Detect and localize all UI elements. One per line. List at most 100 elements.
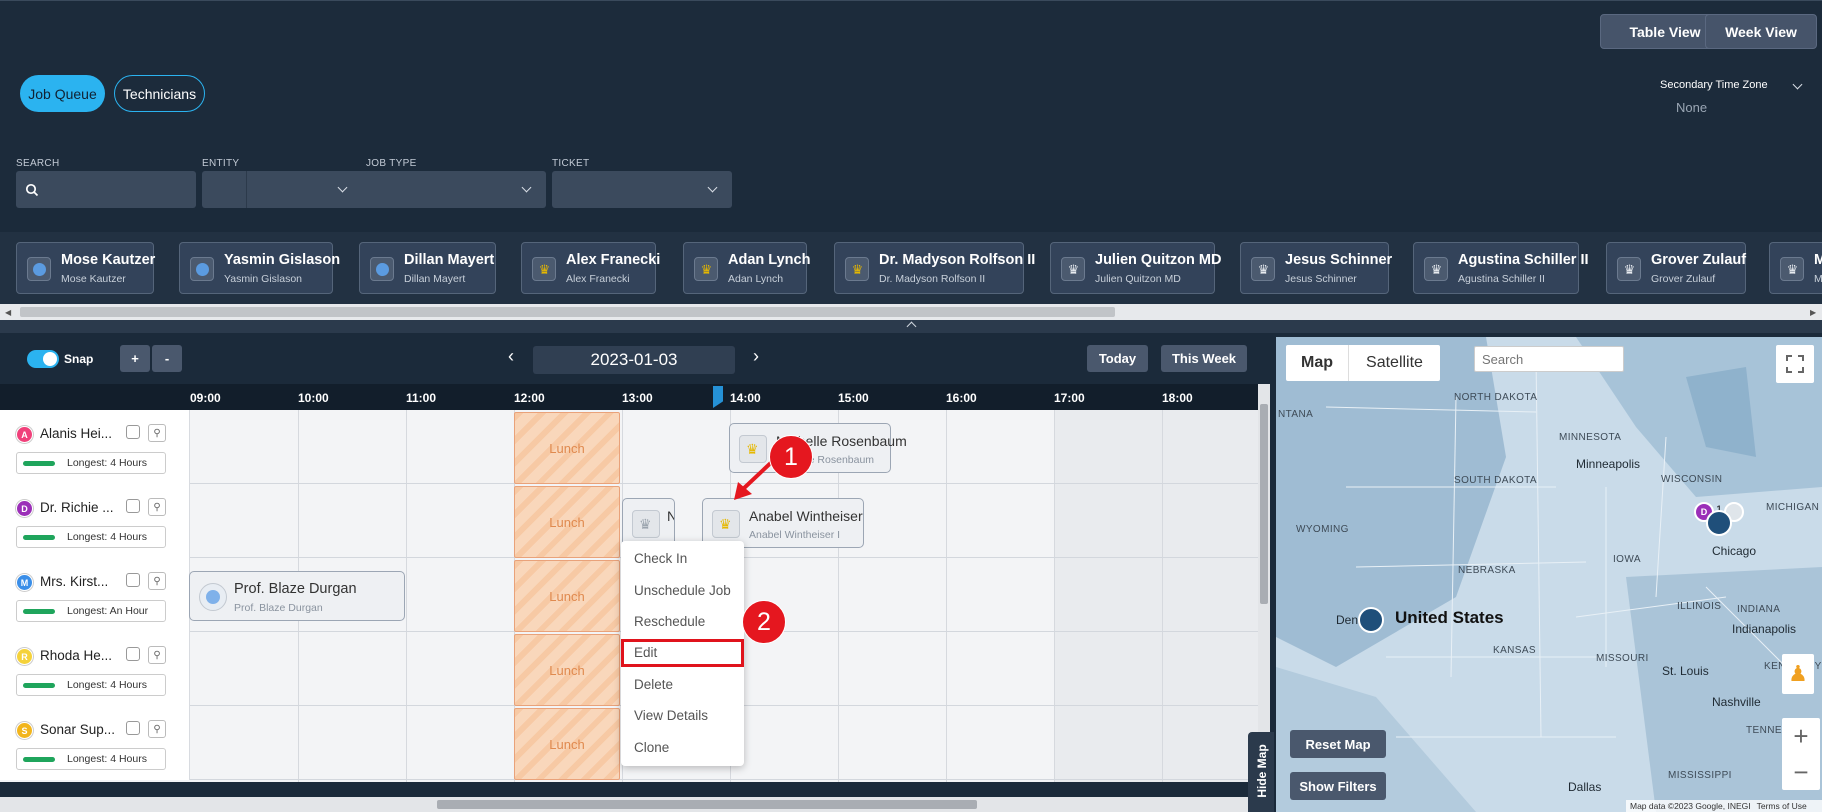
scroll-left-icon[interactable]: ◀ bbox=[5, 308, 11, 317]
hour-label: 14:00 bbox=[730, 391, 761, 405]
reset-map-button[interactable]: Reset Map bbox=[1290, 730, 1386, 758]
chef-hat-icon: ♛ bbox=[719, 516, 732, 532]
hide-map-button[interactable]: Hide Map bbox=[1248, 732, 1274, 812]
map-zoom-in-icon[interactable]: + bbox=[1782, 718, 1820, 754]
tab-technicians[interactable]: Technicians bbox=[114, 75, 205, 112]
technician-card[interactable]: ♛ Adan Lynch Adan Lynch bbox=[683, 242, 810, 294]
grid-vertical-scrollbar[interactable] bbox=[1258, 384, 1270, 782]
collapse-bar[interactable] bbox=[0, 320, 1822, 333]
row-checkbox[interactable] bbox=[126, 647, 140, 661]
job-card[interactable]: Prof. Blaze Durgan Prof. Blaze Durgan bbox=[189, 571, 405, 621]
callout-badge: 1 bbox=[769, 435, 813, 479]
map-pin-icon[interactable]: ⚲ bbox=[148, 424, 166, 442]
week-view-button[interactable]: Week View bbox=[1705, 14, 1817, 49]
longest-badge: Longest: An Hour bbox=[16, 600, 166, 622]
map-pin-icon[interactable]: ⚲ bbox=[148, 498, 166, 516]
chef-hat-icon: ♛ bbox=[851, 262, 864, 277]
technician-card[interactable]: ♛ Grover Zulauf Grover Zulauf bbox=[1606, 242, 1746, 294]
chevron-down-icon bbox=[337, 182, 348, 193]
zoom-out-button[interactable]: - bbox=[152, 345, 182, 372]
next-day-button[interactable]: › bbox=[753, 346, 759, 367]
row-checkbox[interactable] bbox=[126, 721, 140, 735]
chevron-down-icon bbox=[521, 182, 532, 193]
entity-select[interactable] bbox=[202, 171, 382, 208]
technician-card[interactable]: Yasmin Gislason Yasmin Gislason bbox=[179, 242, 340, 294]
map-search-input[interactable] bbox=[1474, 346, 1624, 372]
snap-toggle[interactable] bbox=[27, 350, 59, 368]
callout-badge: 2 bbox=[742, 600, 786, 644]
tab-job-queue[interactable]: Job Queue bbox=[20, 75, 105, 112]
technician-card[interactable]: ♛ Jesus Schinner Jesus Schinner bbox=[1240, 242, 1392, 294]
map-tab[interactable]: Map bbox=[1286, 345, 1348, 381]
search-icon bbox=[25, 183, 39, 197]
ticket-select[interactable] bbox=[552, 171, 732, 208]
entity-label: ENTITY bbox=[202, 158, 240, 169]
row-checkbox[interactable] bbox=[126, 425, 140, 439]
map-zoom-out-icon[interactable]: − bbox=[1782, 754, 1820, 790]
scrollbar-thumb[interactable] bbox=[437, 800, 977, 809]
technician-card[interactable]: ♛ M M bbox=[1769, 242, 1822, 294]
grid-horizontal-scrollbar[interactable] bbox=[0, 797, 1258, 812]
top-panel bbox=[0, 0, 1822, 200]
satellite-tab[interactable]: Satellite bbox=[1348, 345, 1440, 381]
map-panel[interactable]: Map Satellite NTANA NORTH DAKOTA MINNESO… bbox=[1276, 337, 1822, 812]
fullscreen-button[interactable] bbox=[1776, 345, 1814, 383]
marker-cluster[interactable]: D 1 bbox=[1694, 500, 1754, 536]
technician-name: Mrs. Kirst... bbox=[40, 574, 109, 589]
menu-item-view-details[interactable]: View Details bbox=[634, 708, 708, 723]
map-pin-icon[interactable]: ⚲ bbox=[148, 646, 166, 664]
prev-day-button[interactable]: ‹ bbox=[508, 346, 514, 367]
vehicle-marker-icon[interactable] bbox=[1358, 607, 1384, 633]
fullscreen-icon bbox=[1786, 355, 1804, 373]
scroll-right-icon[interactable]: ▶ bbox=[1810, 308, 1816, 317]
map-pin-icon[interactable]: ⚲ bbox=[148, 720, 166, 738]
technician-card[interactable]: ♛ Dr. Madyson Rolfson II Dr. Madyson Rolfs… bbox=[834, 242, 1035, 294]
date-field[interactable]: 2023-01-03 bbox=[533, 346, 735, 374]
row-label: A Alanis Hei... ⚲ Longest: 4 Hours bbox=[0, 410, 190, 484]
hour-label: 18:00 bbox=[1162, 391, 1193, 405]
row-checkbox[interactable] bbox=[126, 573, 140, 587]
search-label: SEARCH bbox=[16, 158, 60, 169]
city-label: Minneapolis bbox=[1576, 457, 1641, 471]
chevron-down-icon bbox=[707, 182, 718, 193]
search-input[interactable] bbox=[16, 171, 196, 208]
scrollbar-thumb[interactable] bbox=[20, 307, 1115, 317]
lunch-block[interactable]: Lunch bbox=[514, 412, 620, 484]
technician-scrollbar[interactable]: ◀ ▶ bbox=[0, 304, 1822, 320]
row-label: D Dr. Richie ... ⚲ Longest: 4 Hours bbox=[0, 484, 190, 558]
technician-card[interactable]: ♛ Agustina Schiller II Agustina Schiller I… bbox=[1413, 242, 1589, 294]
row-checkbox[interactable] bbox=[126, 499, 140, 513]
zoom-control: + − bbox=[1782, 718, 1820, 790]
lunch-block[interactable]: Lunch bbox=[514, 486, 620, 558]
lunch-block[interactable]: Lunch bbox=[514, 634, 620, 706]
avatar: R bbox=[16, 648, 33, 665]
city-label: St. Louis bbox=[1662, 664, 1709, 678]
technician-card[interactable]: ♛ Alex Franecki Alex Franecki bbox=[521, 242, 660, 294]
chef-hat-icon: ♛ bbox=[1623, 262, 1636, 277]
chef-hat-icon: ♛ bbox=[1257, 262, 1270, 277]
technician-card[interactable]: Dillan Mayert Dillan Mayert bbox=[359, 242, 496, 294]
job-type-select[interactable] bbox=[366, 171, 546, 208]
technician-card[interactable]: ♛ Julien Quitzon MD Julien Quitzon MD bbox=[1050, 242, 1221, 294]
lunch-block[interactable]: Lunch bbox=[514, 708, 620, 780]
zoom-in-button[interactable]: + bbox=[120, 345, 150, 372]
menu-item-unschedule-job[interactable]: Unschedule Job bbox=[634, 583, 731, 598]
city-label: Dallas bbox=[1568, 780, 1602, 794]
scrollbar-thumb[interactable] bbox=[1260, 404, 1268, 604]
menu-item-delete[interactable]: Delete bbox=[634, 677, 673, 692]
menu-item-clone[interactable]: Clone bbox=[634, 740, 669, 755]
technician-card[interactable]: Mose Kautzer Mose Kautzer bbox=[16, 242, 155, 294]
row-label: R Rhoda He... ⚲ Longest: 4 Hours bbox=[0, 632, 190, 706]
chevron-up-icon[interactable] bbox=[906, 321, 917, 332]
menu-item-edit[interactable]: Edit bbox=[634, 645, 657, 660]
secondary-tz-label[interactable]: Secondary Time Zone bbox=[1660, 79, 1768, 91]
today-button[interactable]: Today bbox=[1087, 345, 1148, 372]
menu-item-check-in[interactable]: Check In bbox=[634, 551, 687, 566]
show-filters-button[interactable]: Show Filters bbox=[1290, 772, 1386, 800]
street-view-pegman-icon[interactable]: ♟ bbox=[1782, 654, 1814, 694]
country-label: United States bbox=[1395, 608, 1504, 627]
lunch-block[interactable]: Lunch bbox=[514, 560, 620, 632]
map-pin-icon[interactable]: ⚲ bbox=[148, 572, 166, 590]
this-week-button[interactable]: This Week bbox=[1161, 345, 1247, 372]
menu-item-reschedule[interactable]: Reschedule bbox=[634, 614, 705, 629]
